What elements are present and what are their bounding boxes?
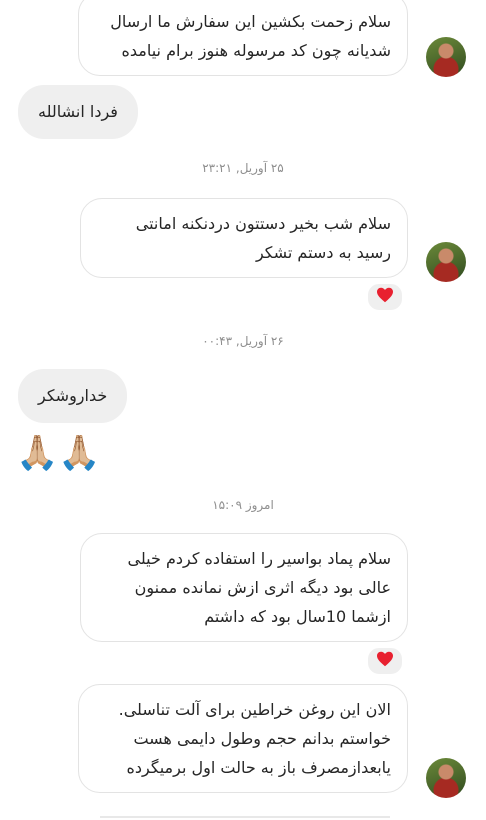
message-line: سلام پماد بواسیر را استفاده کردم خیلی [127,549,391,568]
reaction-badge[interactable] [366,646,404,676]
message-text: خداروشکر [38,386,108,405]
message-line: یابعدازمصرف باز به حالت اول برمیگرده [126,758,391,777]
divider [100,816,390,818]
message-line: شدیانه چون کد مرسوله هنوز برام نیامده [121,41,391,60]
message-bubble-outgoing[interactable]: خداروشکر [18,369,128,423]
message-bubble-incoming[interactable]: سلام زحمت بکشین این سفارش ما ارسال شدیان… [78,0,408,76]
message-timestamp: ۲۵ آوریل, ۲۳:۲۱ [202,161,284,175]
heart-icon [376,651,394,671]
avatar[interactable] [426,242,466,282]
message-line: سلام زحمت بکشین این سفارش ما ارسال [110,12,391,31]
message-text: فردا انشالله [38,102,118,121]
emoji-message[interactable]: 🙏🏼🙏🏼 [16,433,101,473]
message-line: عالی بود دیگه اثری ازش نمانده ممنون [134,578,391,597]
reaction-badge[interactable] [366,282,404,312]
message-bubble-incoming[interactable]: سلام شب بخیر دستتون دردنکنه امانتی رسید … [80,198,408,278]
message-line: خواستم بدانم حجم وطول دایمی هست [133,729,391,748]
message-timestamp: ۲۶ آوریل, ۰۰:۴۳ [202,334,284,348]
heart-icon [376,287,394,307]
avatar[interactable] [426,758,466,798]
message-line: الان این روغن خراطین برای آلت تناسلی. [118,700,391,719]
message-timestamp: امروز ۱۵:۰۹ [212,498,274,512]
message-line: ازشما 10سال بود که داشتم [204,607,391,626]
message-bubble-incoming[interactable]: سلام پماد بواسیر را استفاده کردم خیلی عا… [80,533,408,642]
message-bubble-incoming[interactable]: الان این روغن خراطین برای آلت تناسلی. خو… [78,684,408,793]
avatar[interactable] [426,37,466,77]
message-line: سلام شب بخیر دستتون دردنکنه امانتی [135,214,391,233]
message-bubble-outgoing[interactable]: فردا انشالله [18,85,138,139]
message-line: رسید به دستم تشکر [255,243,391,262]
